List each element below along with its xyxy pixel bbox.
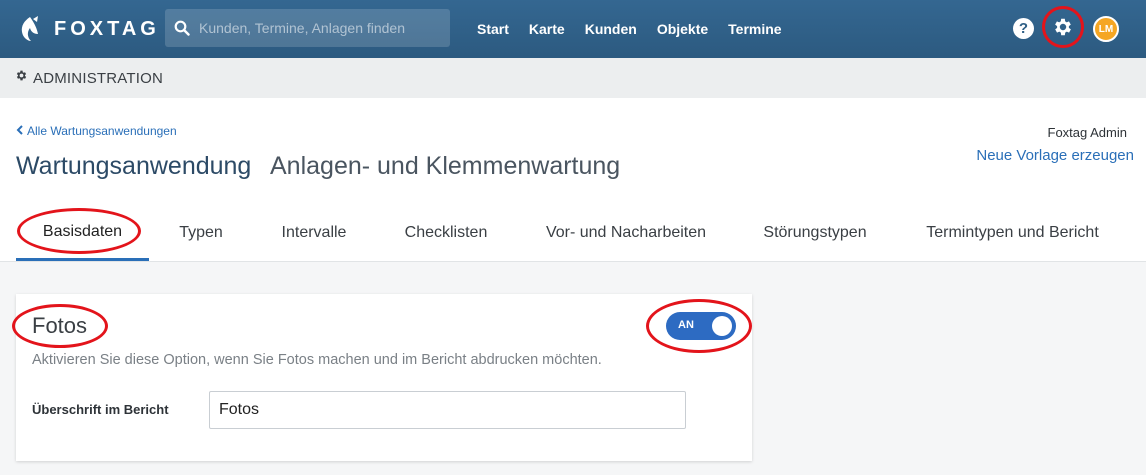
photos-settings-card: Fotos AN Aktivieren Sie diese Option, we…	[16, 294, 752, 461]
search-box[interactable]	[165, 9, 450, 47]
tab-stoerungstypen[interactable]: Störungstypen	[748, 205, 882, 261]
card-description: Aktivieren Sie diese Option, wenn Sie Fo…	[32, 352, 602, 368]
back-link-label: Alle Wartungsanwendungen	[27, 124, 177, 138]
toggle-knob	[712, 316, 732, 336]
nav-link-kunden[interactable]: Kunden	[585, 21, 637, 37]
page-title: Wartungsanwendung	[16, 152, 252, 180]
nav-link-karte[interactable]: Karte	[529, 21, 565, 37]
admin-bar: ADMINISTRATION	[0, 58, 1146, 98]
tab-intervalle[interactable]: Intervalle	[266, 205, 362, 261]
nav-link-start[interactable]: Start	[477, 21, 509, 37]
brand-logo[interactable]: FOXTAG	[18, 14, 160, 44]
help-icon[interactable]: ?	[1013, 18, 1034, 39]
back-link[interactable]: Alle Wartungsanwendungen	[16, 124, 177, 138]
nav-link-termine[interactable]: Termine	[728, 21, 781, 37]
account-name: Foxtag Admin	[1047, 125, 1128, 140]
chevron-left-icon	[16, 124, 23, 138]
toggle-label: AN	[678, 319, 694, 331]
new-template-link[interactable]: Neue Vorlage erzeugen	[976, 147, 1134, 164]
tab-vor-nacharbeiten[interactable]: Vor- und Nacharbeiten	[530, 205, 722, 261]
user-avatar[interactable]: LM	[1093, 16, 1119, 42]
page-subtitle: Anlagen- und Klemmenwartung	[270, 152, 621, 180]
tab-checklisten[interactable]: Checklisten	[390, 205, 502, 261]
report-heading-label: Überschrift im Bericht	[32, 402, 169, 417]
tab-termintypen-bericht[interactable]: Termintypen und Bericht	[910, 205, 1115, 261]
tab-bar: Basisdaten Typen Intervalle Checklisten …	[0, 205, 1146, 262]
search-icon	[165, 9, 199, 47]
fox-logo-icon	[18, 15, 42, 43]
search-input[interactable]	[199, 9, 450, 47]
main-nav: Start Karte Kunden Objekte Termine	[477, 0, 802, 58]
admin-section-label: ADMINISTRATION	[33, 69, 164, 87]
tab-typen[interactable]: Typen	[162, 205, 240, 261]
nav-link-objekte[interactable]: Objekte	[657, 21, 708, 37]
report-heading-input[interactable]	[209, 391, 686, 429]
brand-name: FOXTAG	[54, 17, 160, 40]
gear-icon	[1052, 16, 1074, 43]
card-title: Fotos	[32, 313, 88, 338]
settings-button[interactable]	[1049, 15, 1077, 43]
photos-toggle[interactable]: AN	[666, 312, 736, 340]
tab-basisdaten[interactable]: Basisdaten	[16, 205, 149, 261]
cog-small-icon	[15, 69, 28, 87]
top-navbar: FOXTAG Start Karte Kunden Objekte Termin…	[0, 0, 1146, 58]
